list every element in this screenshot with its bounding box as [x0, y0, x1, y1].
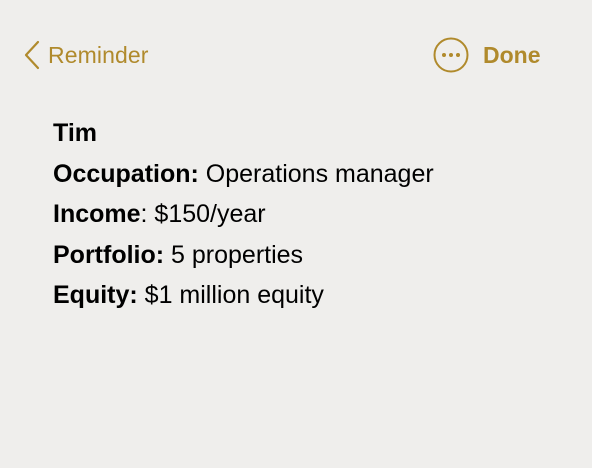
note-title-text: Tim [53, 119, 97, 147]
more-options-button[interactable] [433, 37, 469, 73]
note-line-value: 5 properties [164, 240, 304, 269]
note-body[interactable]: Tim Occupation: Operations manager Incom… [53, 113, 573, 316]
note-line-key: Portfolio: [53, 240, 165, 269]
note-line-income: Income: $150/year [53, 194, 573, 235]
navigation-bar: Reminder Done [0, 0, 592, 110]
note-line-occupation: Occupation: Operations manager [53, 154, 573, 195]
note-line-portfolio: Portfolio: 5 properties [53, 235, 573, 276]
note-line-key: Equity: [53, 281, 138, 309]
note-line-key: Income [53, 200, 141, 228]
ellipsis-circle-icon [433, 37, 469, 73]
note-line-value: $1 million equity [137, 281, 324, 309]
back-button[interactable]: Reminder [24, 38, 149, 72]
note-line-equity: Equity: $1 million equity [53, 275, 573, 316]
note-line-value: Operations manager [198, 159, 434, 188]
chevron-left-icon [24, 40, 40, 70]
note-line-key: Occupation: [53, 159, 199, 188]
note-line-value: $150/year [147, 200, 266, 228]
done-button[interactable]: Done [483, 38, 541, 72]
back-label: Reminder [48, 41, 149, 68]
note-title: Tim [53, 113, 573, 154]
